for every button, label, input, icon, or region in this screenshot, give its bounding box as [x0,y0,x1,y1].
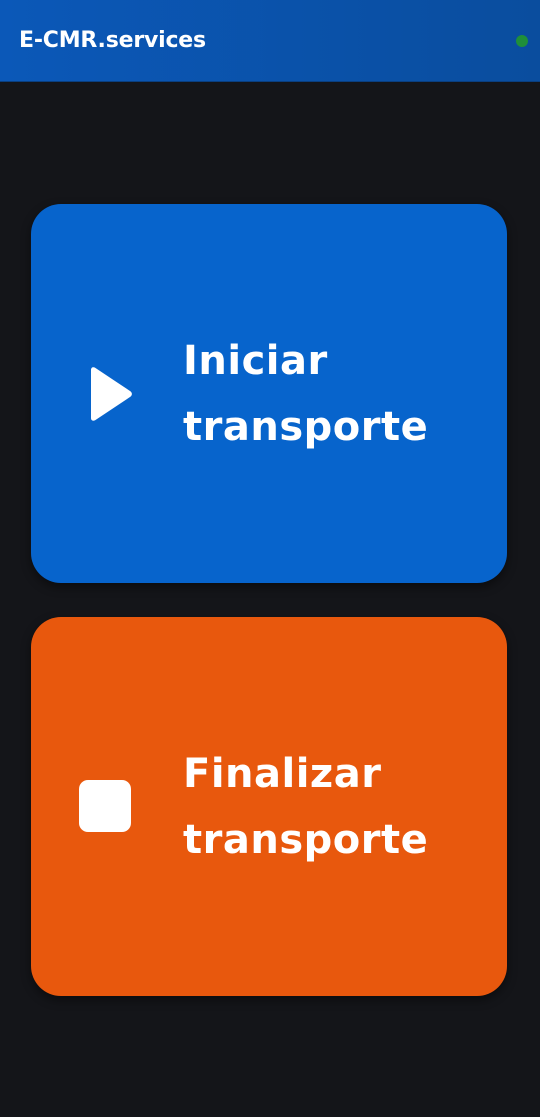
play-icon [91,367,132,421]
finish-transport-label-line2: transporte [183,817,429,863]
start-transport-label-line1: Iniciar [183,338,328,384]
connection-status-indicator [516,34,528,47]
finish-transport-label-line1: Finalizar [183,751,382,797]
app-bar: E-CMR.services [0,0,540,82]
start-transport-button[interactable]: Iniciar transporte [31,204,507,583]
start-transport-label: Iniciar transporte [183,328,428,460]
start-transport-label-line2: transporte [183,404,429,450]
stop-icon [79,780,131,832]
app-title: E-CMR.services [19,28,206,53]
finish-transport-label: Finalizar transporte [183,741,428,873]
finish-transport-button[interactable]: Finalizar transporte [31,617,507,996]
